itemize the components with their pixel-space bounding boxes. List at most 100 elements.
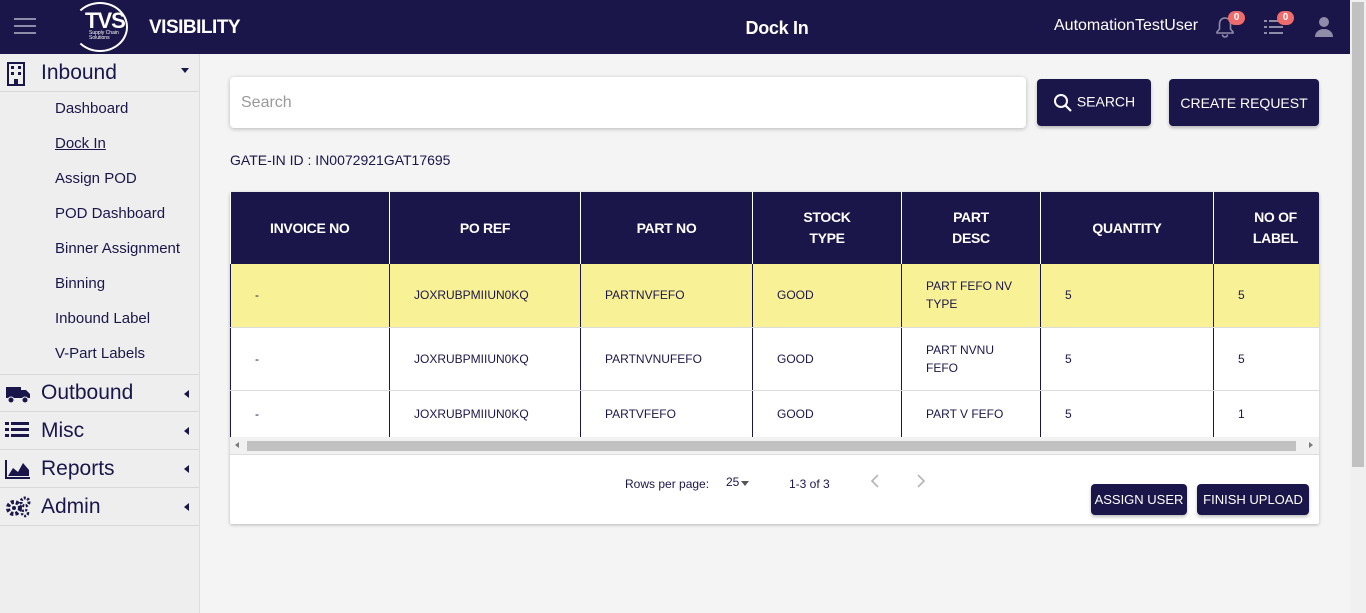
dock-in-table-card: INVOICE NO PO REF PART NO STOCK TYPE PAR… [230,192,1319,524]
column-header-invoice-no[interactable]: INVOICE NO [230,192,390,264]
cell-stock-type: GOOD [752,327,902,391]
sidebar-group-inbound[interactable]: Inbound [0,54,199,92]
gears-icon [5,496,31,518]
cell-no-of-label: 5 [1213,264,1319,328]
chevron-left-icon [184,427,189,435]
cell-part-no: PARTNVFEFO [580,264,753,328]
sidebar-item-label: POD Dashboard [55,205,166,222]
sidebar: Inbound Dashboard Dock In Assign POD POD… [0,54,200,613]
sidebar-group-admin[interactable]: Admin [0,488,199,526]
column-header-part-no[interactable]: PART NO [580,192,753,264]
sidebar-item-dashboard[interactable]: Dashboard [0,94,199,129]
list-icon [5,420,29,442]
sidebar-group-reports[interactable]: Reports [0,450,199,488]
assign-user-button[interactable]: ASSIGN USER [1091,484,1187,515]
cell-part-desc: PART V FEFO [901,390,1041,438]
cell-stock-type: GOOD [752,390,902,438]
horizontal-scrollbar[interactable] [230,437,1319,454]
cell-quantity: 5 [1040,390,1214,438]
notification-count-badge: 0 [1228,11,1245,25]
chevron-right-icon[interactable] [914,473,928,489]
search-icon [1053,93,1072,112]
scroll-left-icon[interactable] [235,442,239,448]
chevron-left-icon [184,503,189,511]
sidebar-item-label: Binner Assignment [55,240,181,257]
column-header-quantity[interactable]: QUANTITY [1040,192,1214,264]
user-name[interactable]: AutomationTestUser [1054,17,1198,35]
cell-part-no: PARTNVNUFEFO [580,327,753,391]
sidebar-group-label: Misc [41,418,85,442]
cell-stock-type: GOOD [752,264,902,328]
sidebar-item-pod-dashboard[interactable]: POD Dashboard [0,199,199,234]
cell-no-of-label: 5 [1213,327,1319,391]
sidebar-item-label: Inbound Label [55,310,151,327]
column-header-part-desc[interactable]: PART DESC [901,192,1041,264]
sidebar-group-outbound[interactable]: Outbound [0,374,199,412]
pagination-range: 1-3 of 3 [789,477,830,491]
table-header-row: INVOICE NO PO REF PART NO STOCK TYPE PAR… [230,192,1319,264]
main-content: SEARCH CREATE REQUEST GATE-IN ID : IN007… [200,54,1350,613]
task-count-badge: 0 [1277,11,1294,25]
sidebar-item-v-part-labels[interactable]: V-Part Labels [0,339,199,374]
sidebar-item-binner-assignment[interactable]: Binner Assignment [0,234,199,269]
truck-icon [5,383,30,405]
table-row[interactable]: - JOXRUBPMIIUN0KQ PARTVFEFO GOOD PART V … [230,390,1319,438]
cell-invoice: - [230,327,390,391]
scroll-right-icon[interactable] [1309,442,1313,448]
table-row[interactable]: - JOXRUBPMIIUN0KQ PARTNVFEFO GOOD PART F… [230,264,1319,328]
building-icon [5,62,29,86]
user-avatar-icon[interactable] [1314,16,1336,38]
sidebar-item-label: V-Part Labels [55,345,146,362]
sidebar-group-label: Admin [41,494,101,518]
sidebar-item-inbound-label[interactable]: Inbound Label [0,304,199,339]
top-bar: TVS Supply Chain Solutions VISIBILITY Do… [0,0,1350,54]
table-pagination: Rows per page: 25 1-3 of 3 ASSIGN USER F… [230,454,1319,524]
search-input[interactable] [230,77,1026,128]
cell-invoice: - [230,264,390,328]
finish-upload-button[interactable]: FINISH UPLOAD [1197,484,1309,515]
rows-per-page-label: Rows per page: [625,477,710,491]
cell-invoice: - [230,390,390,438]
column-header-stock-type[interactable]: STOCK TYPE [752,192,902,264]
dock-in-table: INVOICE NO PO REF PART NO STOCK TYPE PAR… [230,192,1319,438]
sidebar-item-label: Dashboard [55,100,129,117]
cell-po-ref: JOXRUBPMIIUN0KQ [389,390,581,438]
search-box [230,77,1026,128]
chevron-left-icon [184,465,189,473]
notification-bell-icon[interactable]: 0 [1214,11,1245,38]
column-header-no-of-label[interactable]: NO OF LABEL [1213,192,1319,264]
create-request-button[interactable]: CREATE REQUEST [1169,79,1319,126]
scrollbar-thumb[interactable] [247,441,1296,451]
sidebar-group-label: Outbound [41,381,134,404]
search-button-label: SEARCH [1076,93,1136,110]
gate-in-id: GATE-IN ID : IN0072921GAT17695 [230,152,451,168]
cell-po-ref: JOXRUBPMIIUN0KQ [389,327,581,391]
sidebar-item-assign-pod[interactable]: Assign POD [0,164,199,199]
sidebar-group-label: Inbound [41,60,117,84]
sidebar-item-label: Dock In [55,135,106,152]
rows-per-page-select[interactable]: 25 [726,475,739,489]
sidebar-group-label: Reports [41,456,115,480]
cell-part-no: PARTVFEFO [580,390,753,438]
cell-quantity: 5 [1040,264,1214,328]
sidebar-item-dock-in[interactable]: Dock In [0,129,199,164]
caret-down-icon[interactable] [741,481,749,486]
table-row[interactable]: - JOXRUBPMIIUN0KQ PARTNVNUFEFO GOOD PART… [230,327,1319,391]
cell-no-of-label: 1 [1213,390,1319,438]
task-list-icon[interactable]: 0 [1263,11,1294,38]
sidebar-item-label: Assign POD [55,170,137,187]
cell-quantity: 5 [1040,327,1214,391]
sidebar-item-binning[interactable]: Binning [0,269,199,304]
sidebar-item-label: Binning [55,275,106,292]
search-button[interactable]: SEARCH [1037,79,1151,126]
chevron-left-icon [184,390,189,398]
sidebar-group-misc[interactable]: Misc [0,412,199,450]
area-chart-icon [5,458,30,480]
cell-part-desc: PART FEFO NV TYPE [901,264,1041,328]
column-header-po-ref[interactable]: PO REF [389,192,581,264]
chevron-left-icon[interactable] [868,473,882,489]
cell-po-ref: JOXRUBPMIIUN0KQ [389,264,581,328]
vertical-scrollbar[interactable] [1350,0,1366,613]
chevron-down-icon [181,68,189,73]
cell-part-desc: PART NVNU FEFO [901,327,1041,391]
